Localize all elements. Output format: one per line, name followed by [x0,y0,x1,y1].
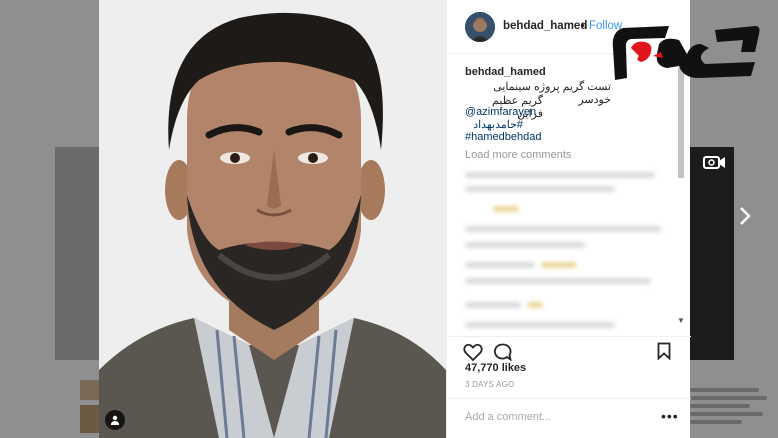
add-comment-bar: ••• [447,398,691,438]
load-more-comments[interactable]: Load more comments [465,149,571,161]
blurred-comments [465,166,671,336]
background-thumbnail [80,380,99,400]
background-thumbnail [80,405,99,433]
mention-link[interactable]: @azimfarayen [465,106,536,118]
background-left-card [55,147,99,360]
portrait-image [99,0,446,438]
user-tag-icon[interactable] [105,410,125,430]
post-modal: behdad_hamed • Follow behdad_hamed . تست… [99,0,691,438]
background-right-card [690,147,734,360]
avatar[interactable] [465,12,495,42]
username-link[interactable]: behdad_hamed [503,20,587,32]
caption-dot: . [543,65,547,77]
post-photo[interactable] [99,0,446,438]
comment-icon[interactable] [493,343,512,361]
site-logo [605,22,765,86]
bookmark-icon[interactable] [657,342,671,360]
chevron-right-icon[interactable] [738,205,752,233]
heart-icon[interactable] [463,343,483,361]
comments-scrollbar[interactable]: ▲ ▼ [675,54,687,336]
comment-input[interactable] [465,409,645,425]
caption-username[interactable]: behdad_hamed [465,66,546,78]
more-options-icon[interactable]: ••• [661,408,679,424]
comments-section: behdad_hamed . تست گریم پروژه سینمایی خو… [447,54,691,336]
hashtag-link[interactable]: #حامدبهداد [465,118,523,131]
scroll-down-arrow[interactable]: ▼ [677,316,685,325]
likes-count[interactable]: 47,770 likes [465,362,526,374]
post-timestamp[interactable]: 3 DAYS AGO [465,380,514,389]
separator-dot: • [581,20,585,32]
video-camera-icon [703,156,725,169]
hashtag-link[interactable]: #hamedbehdad [465,131,541,143]
background-text-block [690,384,776,434]
